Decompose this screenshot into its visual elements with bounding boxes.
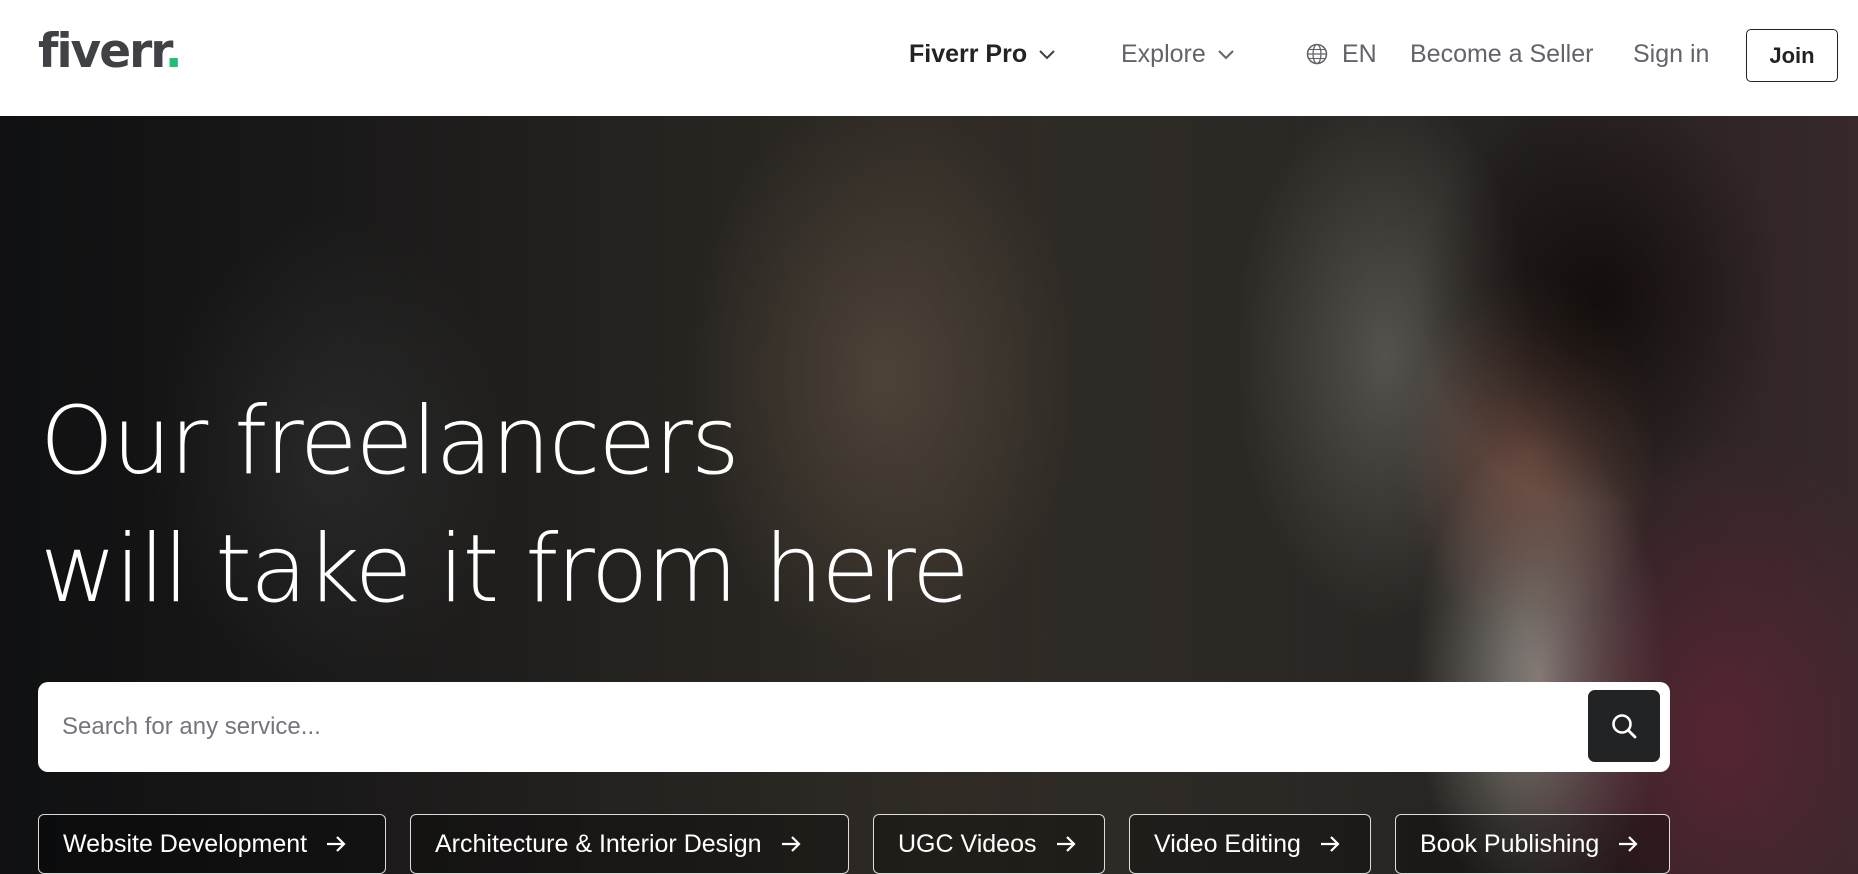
join-button-label: Join — [1769, 42, 1815, 68]
chevron-down-icon — [1039, 50, 1055, 60]
search-input[interactable] — [62, 682, 1602, 772]
category-chip-label: Video Editing — [1154, 829, 1301, 858]
category-chip-website-development[interactable]: Website Development — [38, 814, 386, 874]
hero-headline-line-2: will take it from here — [40, 515, 970, 624]
nav-language-selector[interactable]: EN — [1306, 0, 1377, 108]
search-icon — [1612, 714, 1637, 739]
logo-text: fiverr — [38, 24, 167, 79]
category-chip-video-editing[interactable]: Video Editing — [1129, 814, 1371, 874]
nav-sign-in-link[interactable]: Sign in — [1633, 0, 1709, 108]
nav-become-seller-label: Become a Seller — [1410, 39, 1594, 68]
hero-section: Our freelancers will take it from here W… — [0, 116, 1858, 874]
category-chip-ugc-videos[interactable]: UGC Videos — [873, 814, 1105, 874]
category-chip-label: UGC Videos — [898, 829, 1037, 858]
arrow-right-icon — [781, 836, 801, 852]
join-button[interactable]: Join — [1746, 29, 1838, 82]
nav-sign-in-label: Sign in — [1633, 39, 1710, 68]
logo-dot: . — [164, 24, 183, 79]
category-chip-label: Book Publishing — [1420, 829, 1600, 858]
arrow-right-icon — [1619, 836, 1638, 852]
nav-become-seller-link[interactable]: Become a Seller — [1410, 0, 1593, 108]
top-navigation-bar: fiverr. Fiverr Pro Explore EN Become a S… — [0, 0, 1858, 116]
arrow-right-icon — [1320, 836, 1340, 852]
category-chip-architecture-interior-design[interactable]: Architecture & Interior Design — [410, 814, 849, 874]
chevron-down-icon — [1218, 50, 1234, 60]
search-button[interactable] — [1588, 690, 1660, 762]
arrow-right-icon — [1056, 836, 1076, 852]
search-bar — [38, 682, 1670, 772]
category-chip-label: Architecture & Interior Design — [435, 829, 762, 858]
nav-fiverr-pro-dropdown[interactable]: Fiverr Pro — [909, 0, 1057, 108]
hero-headline-line-1: Our freelancers — [40, 387, 740, 496]
nav-language-label: EN — [1342, 39, 1377, 68]
category-chip-book-publishing[interactable]: Book Publishing — [1395, 814, 1670, 874]
nav-explore-dropdown[interactable]: Explore — [1121, 0, 1236, 108]
hero-headline: Our freelancers will take it from here — [40, 378, 970, 634]
nav-explore-label: Explore — [1121, 39, 1206, 68]
arrow-right-icon — [327, 836, 346, 852]
nav-fiverr-pro-label: Fiverr Pro — [909, 39, 1028, 68]
fiverr-logo[interactable]: fiverr. — [38, 22, 183, 82]
globe-icon — [1306, 43, 1328, 65]
category-chip-label: Website Development — [63, 829, 308, 858]
